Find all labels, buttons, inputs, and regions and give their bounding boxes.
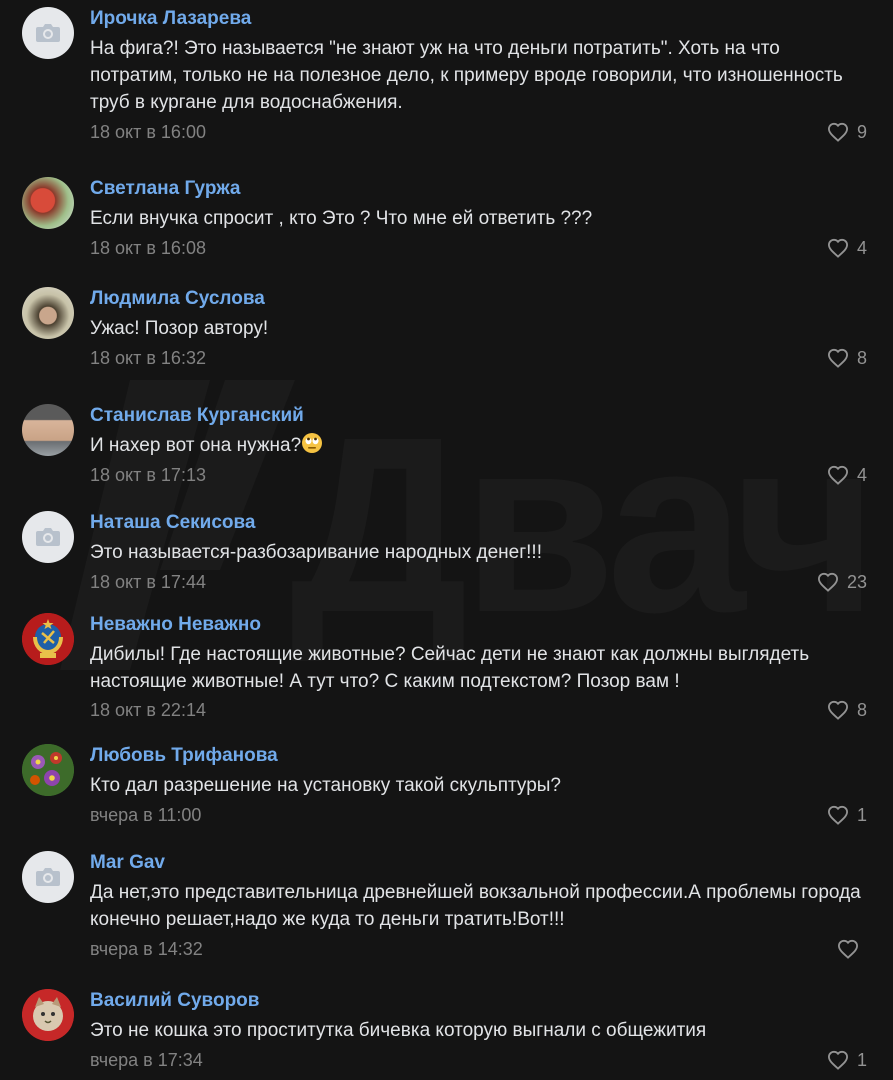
comment-author[interactable]: Любовь Трифанова bbox=[90, 744, 278, 768]
comment-time[interactable]: 18 окт в 16:00 bbox=[90, 121, 206, 143]
comment-time[interactable]: 18 окт в 17:44 bbox=[90, 571, 206, 593]
avatar[interactable] bbox=[22, 989, 74, 1041]
heart-icon bbox=[837, 939, 859, 959]
like-count: 23 bbox=[846, 571, 867, 592]
comment-text: И нахер вот она нужна? bbox=[90, 432, 870, 459]
avatar[interactable] bbox=[22, 287, 74, 339]
like-count: 8 bbox=[856, 347, 867, 368]
comment-time[interactable]: 18 окт в 16:32 bbox=[90, 347, 206, 369]
heart-icon bbox=[827, 805, 848, 825]
avatar[interactable] bbox=[22, 511, 74, 563]
comment-text: Да нет,это представительница древнейшей … bbox=[90, 882, 861, 930]
avatar[interactable] bbox=[22, 404, 74, 456]
heart-icon bbox=[827, 465, 848, 485]
comment-time[interactable]: 18 окт в 22:14 bbox=[90, 699, 206, 721]
eye-roll-emoji-icon bbox=[302, 433, 323, 453]
ussr-emblem-icon bbox=[22, 613, 74, 665]
camera-icon bbox=[36, 528, 60, 546]
like-count: 4 bbox=[856, 464, 867, 485]
comment-text: Если внучка спросит , кто Это ? Что мне … bbox=[90, 208, 593, 229]
comment-author[interactable]: Ирочка Лазарева bbox=[90, 7, 251, 31]
cat-icon bbox=[22, 989, 74, 1041]
like-count: 4 bbox=[856, 237, 867, 258]
camera-icon bbox=[36, 868, 60, 886]
heart-icon bbox=[827, 700, 848, 720]
like-button[interactable]: 1 bbox=[827, 1048, 867, 1072]
comment-author[interactable]: Неважно Неважно bbox=[90, 613, 261, 637]
like-button[interactable]: 23 bbox=[817, 570, 867, 594]
like-button[interactable]: 1 bbox=[827, 803, 867, 827]
camera-icon bbox=[36, 24, 60, 42]
comment-text-content: И нахер вот она нужна? bbox=[90, 435, 302, 456]
like-button[interactable]: 4 bbox=[827, 236, 867, 260]
avatar[interactable] bbox=[22, 7, 74, 59]
like-count: 8 bbox=[856, 699, 867, 720]
comment-author[interactable]: Людмила Суслова bbox=[90, 287, 265, 311]
like-count: 1 bbox=[856, 1049, 867, 1070]
comment-text: Дибилы! Где настоящие животные? Сейчас д… bbox=[90, 644, 810, 692]
like-count: 9 bbox=[856, 121, 867, 142]
comment-text: Кто дал разрешение на установку такой ск… bbox=[90, 775, 562, 796]
comment-text: Это называется-разбозаривание народных д… bbox=[90, 542, 542, 563]
heart-icon bbox=[817, 572, 838, 592]
avatar[interactable] bbox=[22, 851, 74, 903]
comment-text: Это не кошка это проститутка бичевка кот… bbox=[90, 1020, 707, 1041]
comment-author[interactable]: Станислав Курганский bbox=[90, 404, 304, 428]
comment-text: Ужас! Позор автору! bbox=[90, 318, 269, 339]
avatar[interactable] bbox=[22, 744, 74, 796]
comment-author[interactable]: Светлана Гуржа bbox=[90, 177, 240, 201]
like-button[interactable]: 8 bbox=[827, 346, 867, 370]
comment-time[interactable]: вчера в 14:32 bbox=[90, 938, 203, 960]
heart-icon bbox=[827, 348, 848, 368]
like-count: 1 bbox=[856, 804, 867, 825]
comment-time[interactable]: 18 окт в 16:08 bbox=[90, 237, 206, 259]
avatar[interactable] bbox=[22, 613, 74, 665]
comment-author[interactable]: Наташа Секисова bbox=[90, 511, 256, 535]
heart-icon bbox=[827, 1050, 848, 1070]
avatar[interactable] bbox=[22, 177, 74, 229]
heart-icon bbox=[827, 122, 848, 142]
comment-author[interactable]: Василий Суворов bbox=[90, 989, 259, 1013]
comment-time[interactable]: вчера в 17:34 bbox=[90, 1049, 203, 1071]
like-button[interactable]: 9 bbox=[827, 120, 867, 144]
like-button[interactable] bbox=[837, 937, 867, 961]
comment-time[interactable]: вчера в 11:00 bbox=[90, 804, 201, 826]
like-button[interactable]: 8 bbox=[827, 698, 867, 722]
like-button[interactable]: 4 bbox=[827, 463, 867, 487]
comment-text: На фига?! Это называется "не знают уж на… bbox=[90, 38, 843, 113]
comment-author[interactable]: Mar Gav bbox=[90, 851, 165, 875]
flowers-icon bbox=[22, 744, 74, 796]
comment-time[interactable]: 18 окт в 17:13 bbox=[90, 464, 206, 486]
heart-icon bbox=[827, 238, 848, 258]
